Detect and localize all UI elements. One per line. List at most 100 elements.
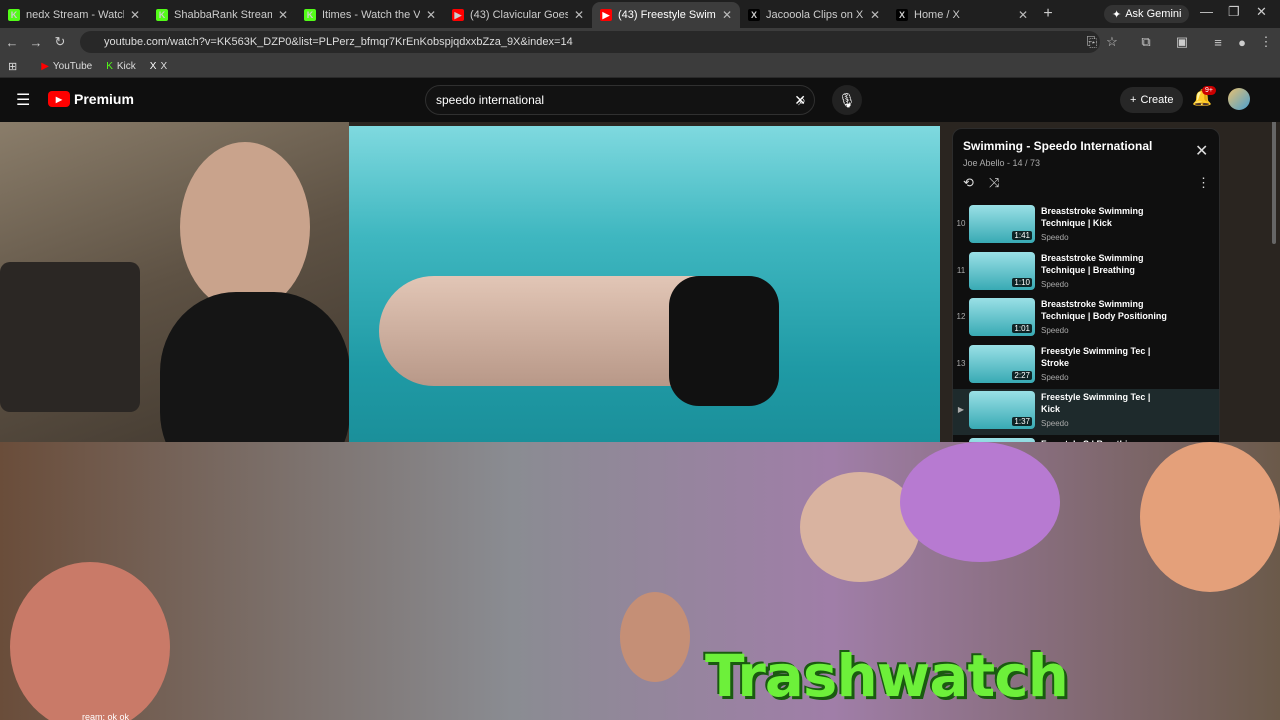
youtube-logo[interactable]: ▶ Premium xyxy=(48,91,134,107)
tab-6[interactable]: X Jacooola Clips on X: "Kick st ✕ xyxy=(740,2,888,28)
search-query-text: speedo international xyxy=(436,93,545,107)
playlist-item-channel: Speedo xyxy=(1041,233,1069,242)
url-text: youtube.com/watch?v=KK563K_DZP0&list=PLP… xyxy=(104,36,573,48)
tab-strip: Knedx Stream - Watch Live on ✕ K ShabbaRank… xyxy=(0,0,1036,28)
tab-2[interactable]: K ShabbaRank Stream - Watch ✕ xyxy=(148,2,296,28)
playlist-item-number: ▶ xyxy=(957,405,965,414)
overlay-face xyxy=(620,592,690,682)
microphone-icon[interactable]: 🎙 xyxy=(832,85,862,115)
extensions-icon[interactable]: ⧉ xyxy=(1134,34,1158,50)
ask-gemini-label: Ask Gemini xyxy=(1125,8,1182,20)
speaker xyxy=(0,262,140,412)
shuffle-icon[interactable]: ⤨ xyxy=(989,175,999,191)
url-field[interactable]: youtube.com/watch?v=KK563K_DZP0&list=PLP… xyxy=(80,31,1100,53)
playlist-item-number: 10 xyxy=(956,219,966,228)
bookmark-star-icon[interactable]: ☆ xyxy=(1100,34,1124,50)
playlist-item[interactable]: 10 1:41 Breaststroke Swimming Technique | … xyxy=(953,203,1219,249)
youtube-play-icon: ▶ xyxy=(48,91,70,107)
stream-overlay-collage xyxy=(0,442,1280,720)
minimize-button[interactable]: — xyxy=(1200,4,1213,19)
playlist-thumbnail: 2:27 xyxy=(969,344,1035,383)
overlay-face xyxy=(10,562,170,720)
tab-3[interactable]: K Itimes - Watch the VOD on ✕ xyxy=(296,2,444,28)
tab-favicon-icon: K xyxy=(304,9,316,21)
tab-favicon-icon: X xyxy=(896,9,908,21)
notification-badge: 9+ xyxy=(1202,86,1216,95)
tab-1[interactable]: Knedx Stream - Watch Live on ✕ xyxy=(0,2,148,28)
tab-title: nedx Stream - Watch Live on xyxy=(26,9,124,21)
playlist-item[interactable]: 11 1:10 Breaststroke Swimming Technique | … xyxy=(953,250,1219,296)
playlist-item-title: Freestyle Swimming Tec | Stroke xyxy=(1041,345,1151,368)
tab-close-icon[interactable]: ✕ xyxy=(426,8,436,22)
trashwatch-logo-text: Trashwatch xyxy=(705,642,1069,710)
search-input[interactable]: speedo international ✕ xyxy=(425,85,815,115)
ask-gemini-button[interactable]: ✦ Ask Gemini xyxy=(1104,5,1190,23)
duration-badge: 1:41 xyxy=(1012,231,1032,240)
close-window-button[interactable]: ✕ xyxy=(1256,4,1267,20)
bookmark-list: ▶ YouTube K Kick X X xyxy=(41,61,167,72)
duration-badge: 1:01 xyxy=(1012,324,1032,333)
playlist-subtitle: Joe Abello - 14 / 73 xyxy=(963,158,1041,168)
hamburger-menu-icon[interactable]: ☰ xyxy=(16,90,30,110)
maximize-button[interactable]: ❐ xyxy=(1228,4,1240,20)
back-button[interactable]: ← xyxy=(0,35,24,50)
playlist-item[interactable]: 12 1:01 Breaststroke Swimming Technique | … xyxy=(953,296,1219,342)
tab-close-icon[interactable]: ✕ xyxy=(1018,8,1028,22)
overlay-face xyxy=(1140,442,1280,592)
playlist-thumbnail: 1:41 xyxy=(969,205,1035,243)
playlist-item-channel: Speedo xyxy=(1041,372,1069,382)
tab-favicon-icon: ▶ xyxy=(452,9,464,21)
tab-close-icon[interactable]: ✕ xyxy=(278,8,288,22)
tab-5[interactable]: ▶ (43) Freestyle Swimming Tec ✕ xyxy=(592,2,740,28)
streamer-face xyxy=(180,142,310,312)
playlist-thumbnail: 1:37 xyxy=(969,391,1035,429)
reload-button[interactable]: ↻ xyxy=(48,34,72,50)
forward-button[interactable]: → xyxy=(24,35,48,50)
profile-icon[interactable]: ● xyxy=(1230,35,1254,50)
tab-favicon-icon: ▶ xyxy=(600,9,612,21)
tab-close-icon[interactable]: ✕ xyxy=(130,8,140,22)
tab-close-icon[interactable]: ✕ xyxy=(722,8,732,22)
streamer-webcam xyxy=(0,122,350,492)
page-scrollbar[interactable] xyxy=(1272,122,1276,244)
media-icon[interactable]: ≡ xyxy=(1206,35,1230,50)
tab-close-icon[interactable]: ✕ xyxy=(870,8,880,22)
search-icon[interactable]: ⌕ xyxy=(787,85,817,115)
tab-favicon-icon: K xyxy=(156,9,168,21)
apps-grid-icon[interactable]: ⊞ xyxy=(8,60,17,73)
playlist-item[interactable]: 13 2:27 Freestyle Swimming Tec | Stroke Spe… xyxy=(953,343,1219,389)
create-button[interactable]: + Create xyxy=(1120,87,1184,113)
bookmark-label: YouTube xyxy=(52,61,93,72)
duration-badge: 2:27 xyxy=(1012,370,1032,380)
bookmark-x[interactable]: XX xyxy=(150,61,167,72)
menu-icon[interactable]: ⋮ xyxy=(1254,34,1278,50)
tab-title: (43) Freestyle Swimming Tec xyxy=(618,9,716,21)
bookmarks-bar: ⊞ ▶ YouTube K Kick X X xyxy=(0,56,1280,78)
create-label: Create xyxy=(1140,94,1174,106)
tab-title: Jacooola Clips on X: "Kick st xyxy=(766,9,864,21)
tab-title: (43) Clavicular Goes to The xyxy=(470,9,568,21)
plus-icon: + xyxy=(1130,94,1137,106)
tab-favicon-icon: X xyxy=(748,9,760,21)
close-icon[interactable]: ✕ xyxy=(1195,141,1208,161)
tab-title: ShabbaRank Stream - Watch xyxy=(174,9,272,21)
bookmark-kick[interactable]: K Kick xyxy=(106,61,136,72)
new-tab-button[interactable]: + xyxy=(1036,5,1060,23)
youtube-icon: ▶ xyxy=(41,61,49,72)
playlist-item-title: Freestyle Swimming Tec | Kick xyxy=(1041,392,1151,414)
playlist-item[interactable]: ▶ 1:37 Freestyle Swimming Tec | Kick Speedo xyxy=(953,389,1219,435)
bookmark-youtube[interactable]: ▶ YouTube xyxy=(41,61,92,72)
kick-icon: K xyxy=(106,61,113,72)
avatar[interactable] xyxy=(1228,88,1250,110)
tab-7[interactable]: X Home / X ✕ xyxy=(888,2,1036,28)
loop-icon[interactable]: ⟲ xyxy=(963,175,974,191)
address-toolbar: ← → ↻ youtube.com/watch?v=KK563K_DZP0&li… xyxy=(0,28,1280,56)
premium-label: Premium xyxy=(74,91,134,107)
tab-4[interactable]: ▶ (43) Clavicular Goes to The ✕ xyxy=(444,2,592,28)
tab-close-icon[interactable]: ✕ xyxy=(574,8,584,22)
sidepanel-icon[interactable]: ▣ xyxy=(1170,34,1194,50)
playlist-item-title: Breaststroke Swimming Technique | Body P… xyxy=(1041,299,1167,321)
playlist-item-number: 11 xyxy=(956,265,966,275)
more-options-icon[interactable]: ⋮ xyxy=(1197,175,1210,191)
swimmer-trunks xyxy=(669,276,779,406)
